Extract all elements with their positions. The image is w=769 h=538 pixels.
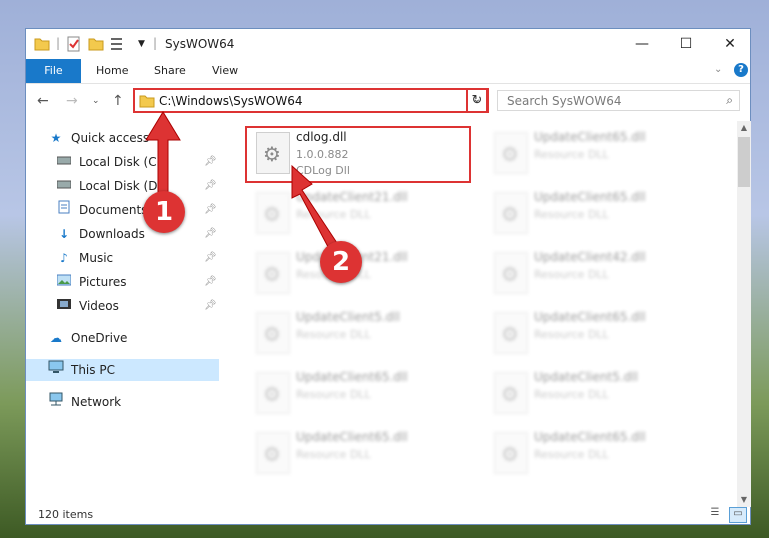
step-1-badge: 1 (143, 191, 185, 233)
annotation-arrows (145, 111, 344, 261)
step-2-badge: 2 (320, 241, 362, 283)
